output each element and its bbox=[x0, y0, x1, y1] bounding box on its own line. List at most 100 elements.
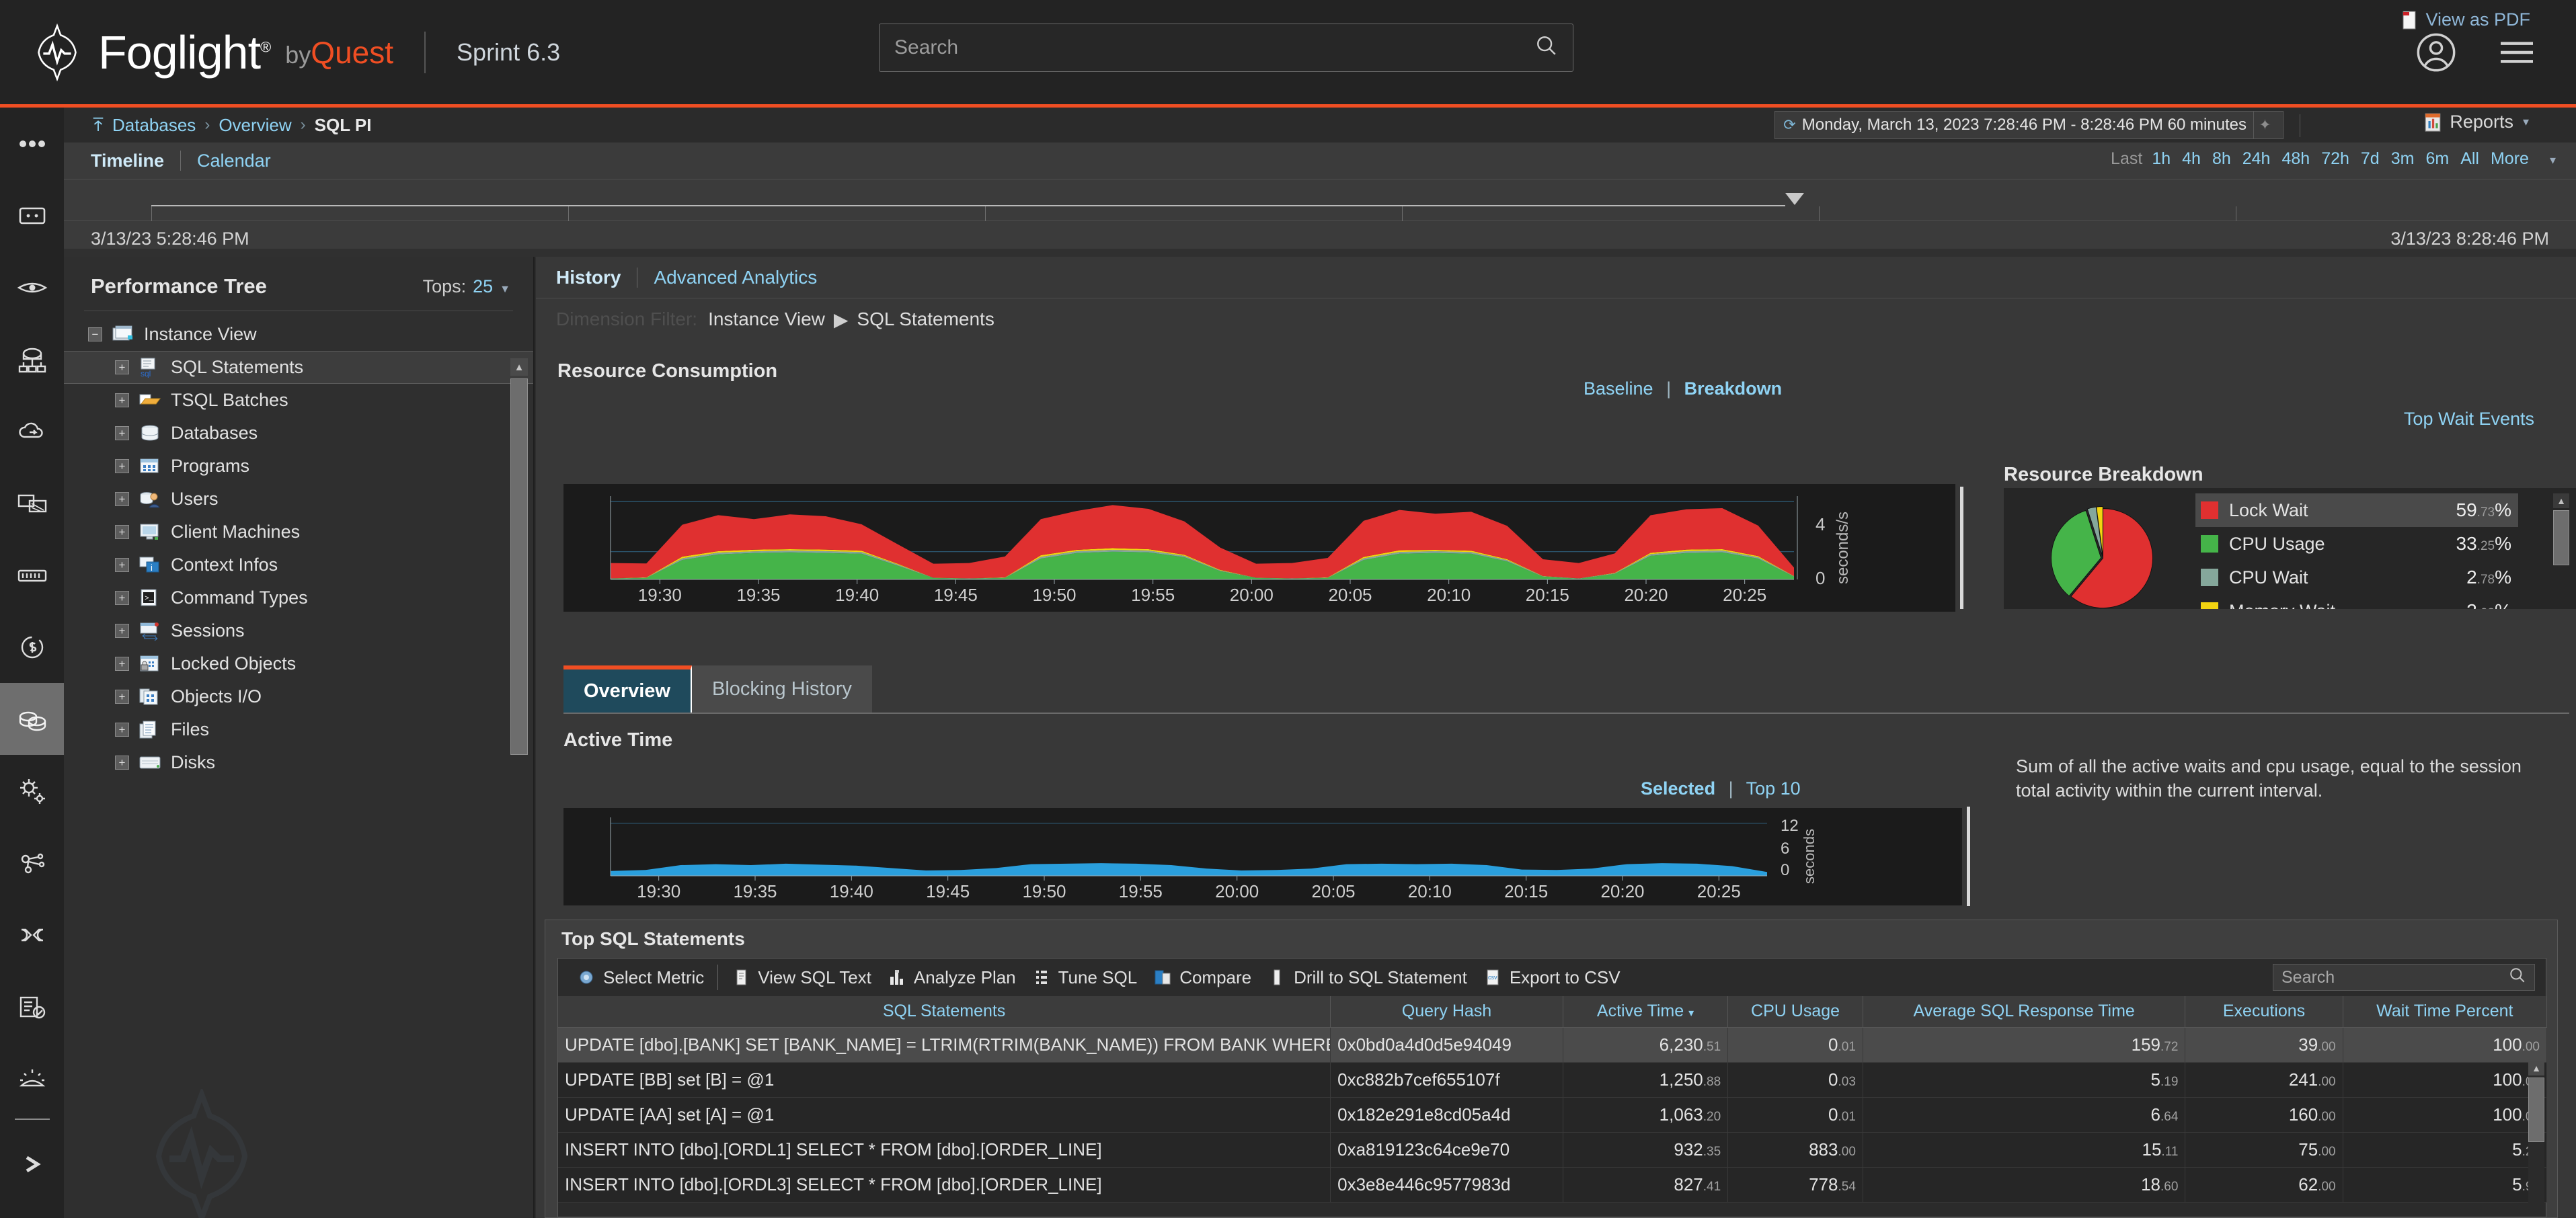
rail-topology-icon[interactable] bbox=[0, 827, 64, 899]
time-range-selector[interactable]: ⟳ Monday, March 13, 2023 7:28:46 PM - 8:… bbox=[1774, 111, 2284, 139]
dimension-path-sql-statements[interactable]: SQL Statements bbox=[857, 309, 994, 330]
rail-settings-gears-icon[interactable] bbox=[0, 755, 64, 827]
tree-node-instance-view[interactable]: − Instance View bbox=[64, 318, 533, 351]
chevron-down-icon[interactable]: ▾ bbox=[2523, 115, 2529, 129]
rail-reports-doc-icon[interactable] bbox=[0, 971, 64, 1043]
scrollbar-thumb[interactable] bbox=[510, 378, 528, 755]
legend-row[interactable]: Lock Wait 59.73% bbox=[2195, 493, 2518, 527]
link-breakdown[interactable]: Breakdown bbox=[1684, 378, 1783, 399]
view-as-pdf-button[interactable]: View as PDF bbox=[2401, 9, 2530, 30]
rail-databases-icon[interactable] bbox=[0, 683, 64, 755]
select-metric-button[interactable]: Select Metric bbox=[569, 962, 712, 993]
tree-node-disks[interactable]: + Disks bbox=[64, 746, 533, 779]
rail-storage-icon[interactable] bbox=[0, 539, 64, 611]
range-4h[interactable]: 4h bbox=[2182, 149, 2201, 169]
export-to-csv-button[interactable]: csv Export to CSV bbox=[1475, 962, 1629, 993]
table-column-header[interactable]: Active Time ▾ bbox=[1563, 996, 1729, 1028]
home-icon[interactable] bbox=[91, 116, 106, 134]
resource-consumption-chart[interactable]: 19:30 19:35 19:40 19:45 19:50 19:55 20:00 20:05… bbox=[563, 484, 1955, 612]
range-3m[interactable]: 3m bbox=[2391, 149, 2415, 169]
tab-history[interactable]: History bbox=[556, 267, 621, 288]
tree-node-command-types[interactable]: + >_ Command Types bbox=[64, 581, 533, 614]
tree-expander[interactable]: + bbox=[115, 492, 129, 506]
rail-alarms-icon[interactable] bbox=[0, 1043, 64, 1114]
tree-expander[interactable]: + bbox=[115, 459, 129, 473]
link-top-10[interactable]: Top 10 bbox=[1746, 778, 1801, 799]
table-column-header[interactable]: Wait Time Percent bbox=[2343, 996, 2548, 1028]
range-48h[interactable]: 48h bbox=[2281, 149, 2310, 169]
tab-calendar[interactable]: Calendar bbox=[197, 151, 271, 171]
rail-infrastructure-icon[interactable] bbox=[0, 323, 64, 395]
legend-row[interactable]: CPU Usage 33.25% bbox=[2195, 527, 2518, 561]
range-7d[interactable]: 7d bbox=[2361, 149, 2380, 169]
timeline-handle-left[interactable] bbox=[1785, 193, 1804, 205]
legend-scrollbar[interactable]: ▲ bbox=[2553, 493, 2569, 601]
legend-row[interactable]: CPU Wait 2.78% bbox=[2195, 561, 2518, 594]
scrollbar-thumb[interactable] bbox=[2553, 510, 2569, 565]
tree-expander[interactable]: + bbox=[115, 657, 129, 671]
breadcrumb-item-overview[interactable]: Overview bbox=[219, 115, 291, 136]
tree-expander[interactable]: + bbox=[115, 393, 129, 407]
tree-node-users[interactable]: + Users bbox=[64, 483, 533, 516]
table-scrollbar[interactable]: ▲ bbox=[2528, 1061, 2544, 1217]
tab-timeline[interactable]: Timeline bbox=[91, 151, 164, 171]
tree-node-sql-statements[interactable]: + sql SQL Statements bbox=[64, 351, 533, 384]
scroll-up-icon[interactable]: ▲ bbox=[2528, 1061, 2544, 1075]
tab-blocking-history[interactable]: Blocking History bbox=[691, 665, 872, 713]
rail-integration-icon[interactable] bbox=[0, 899, 64, 971]
scroll-up-icon[interactable]: ▲ bbox=[2553, 493, 2569, 508]
analyze-plan-button[interactable]: Analyze Plan bbox=[880, 962, 1024, 993]
view-sql-text-button[interactable]: View SQL Text bbox=[724, 962, 880, 993]
tree-expander[interactable]: + bbox=[115, 591, 129, 605]
table-column-header[interactable]: Query Hash bbox=[1330, 996, 1563, 1028]
panel-splitter[interactable] bbox=[1960, 487, 1963, 609]
hamburger-menu-icon[interactable] bbox=[2495, 31, 2538, 74]
compare-button[interactable]: Compare bbox=[1145, 962, 1259, 993]
tree-node-files[interactable]: + Files bbox=[64, 713, 533, 746]
reports-button[interactable]: Reports ▾ bbox=[2424, 112, 2529, 132]
search-input[interactable] bbox=[894, 36, 1535, 59]
tree-expander[interactable]: + bbox=[115, 525, 129, 539]
tree-expander[interactable]: + bbox=[115, 360, 129, 374]
table-row[interactable]: INSERT INTO [dbo].[ORDL3] SELECT * FROM … bbox=[558, 1167, 2548, 1203]
brand-logo[interactable]: Foglight® byQuest bbox=[0, 23, 393, 81]
range-8h[interactable]: 8h bbox=[2212, 149, 2231, 169]
top-wait-events-link[interactable]: Top Wait Events bbox=[2404, 409, 2534, 430]
resource-breakdown-pie[interactable] bbox=[2041, 496, 2165, 609]
range-72h[interactable]: 72h bbox=[2321, 149, 2349, 169]
range-more[interactable]: More bbox=[2491, 149, 2529, 169]
range-1h[interactable]: 1h bbox=[2152, 149, 2171, 169]
link-selected[interactable]: Selected bbox=[1641, 778, 1715, 799]
table-row[interactable]: UPDATE [AA] set [A] = @1 0x182e291e8cd05a… bbox=[558, 1097, 2548, 1133]
tops-selector[interactable]: Tops: 25 ▼ bbox=[423, 276, 510, 297]
tree-node-client-machines[interactable]: + Client Machines bbox=[64, 516, 533, 549]
table-search[interactable] bbox=[2273, 964, 2535, 991]
tree-expander[interactable]: + bbox=[115, 690, 129, 704]
pin-icon[interactable]: ✦ bbox=[2253, 112, 2276, 138]
table-search-input[interactable] bbox=[2281, 967, 2509, 987]
tree-expander[interactable]: + bbox=[115, 426, 129, 440]
chevron-down-icon[interactable]: ▾ bbox=[2550, 153, 2556, 167]
tree-expander[interactable]: + bbox=[115, 558, 129, 572]
table-column-header[interactable]: Executions bbox=[2185, 996, 2343, 1028]
rail-expand-button[interactable] bbox=[0, 1128, 64, 1200]
scrollbar-thumb[interactable] bbox=[2528, 1078, 2544, 1142]
table-column-header[interactable]: CPU Usage bbox=[1727, 996, 1863, 1028]
link-baseline[interactable]: Baseline bbox=[1584, 378, 1653, 399]
breadcrumb-item-databases[interactable]: Databases bbox=[112, 115, 196, 136]
tree-node-locked-objects[interactable]: + Locked Objects bbox=[64, 647, 533, 680]
tree-expander[interactable]: + bbox=[115, 756, 129, 770]
table-column-header[interactable]: SQL Statements bbox=[558, 996, 1331, 1028]
rail-cloud-icon[interactable] bbox=[0, 395, 64, 467]
tree-node-sessions[interactable]: + Sessions bbox=[64, 614, 533, 647]
active-time-chart[interactable]: 19:30 19:35 19:40 19:45 19:50 19:55 20:00 20:05… bbox=[563, 808, 1962, 905]
timeline-strip[interactable] bbox=[64, 179, 2576, 221]
range-all[interactable]: All bbox=[2460, 149, 2479, 169]
drill-to-sql-statement-button[interactable]: Drill to SQL Statement bbox=[1259, 962, 1475, 993]
tree-scrollbar[interactable]: ▲ bbox=[510, 358, 528, 788]
tree-node-programs[interactable]: + Programs bbox=[64, 450, 533, 483]
tree-expander[interactable]: + bbox=[115, 723, 129, 737]
scroll-up-icon[interactable]: ▲ bbox=[510, 358, 528, 376]
tree-expander[interactable]: + bbox=[115, 624, 129, 638]
range-6m[interactable]: 6m bbox=[2425, 149, 2449, 169]
